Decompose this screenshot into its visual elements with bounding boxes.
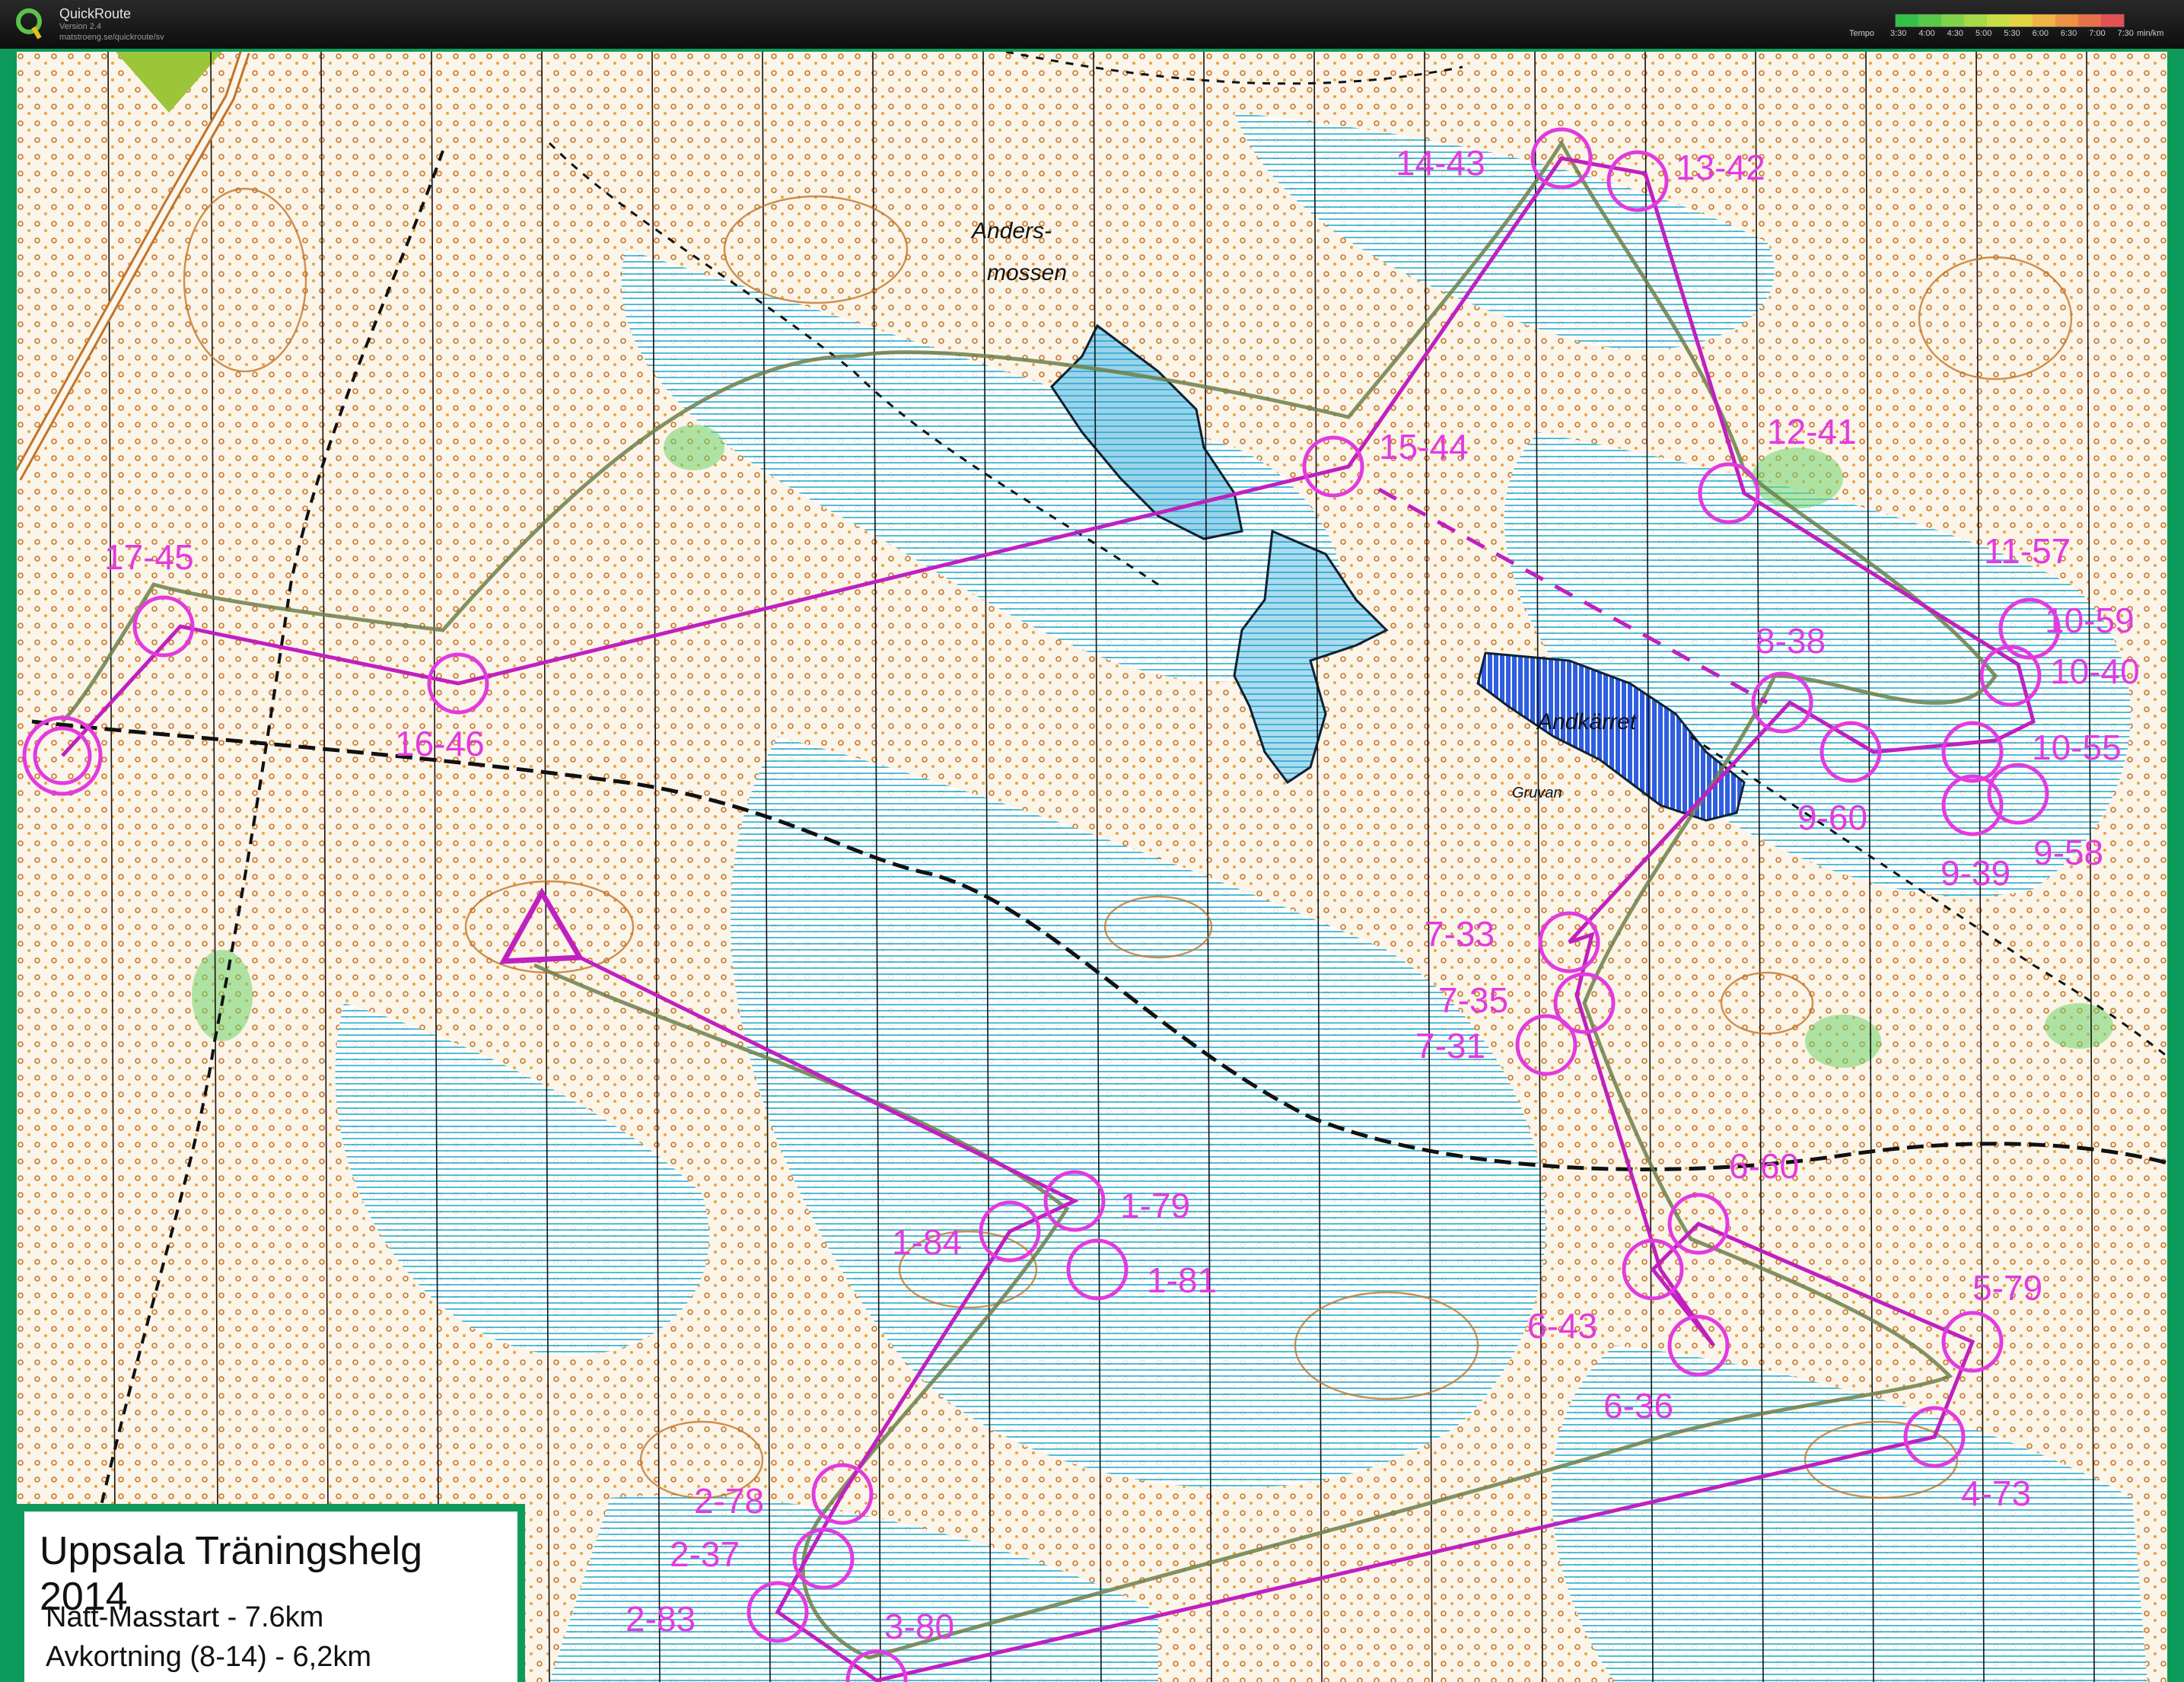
- tempo-color-swatch: [1941, 14, 1964, 27]
- tempo-tick: 6:30: [2060, 29, 2077, 38]
- course-info-box: Uppsala Träningshelg 2014 Natt-Masstart …: [17, 1504, 525, 1682]
- tempo-color-swatch: [1918, 14, 1941, 27]
- control-label: 10-40: [2050, 651, 2140, 691]
- app-version: Version 2.4: [59, 22, 102, 31]
- tempo-tick: 4:30: [1947, 29, 1964, 38]
- control-label: 6-36: [1603, 1386, 1673, 1426]
- tempo-color-swatch: [2010, 14, 2033, 27]
- control-label: 10-55: [2032, 728, 2122, 767]
- control-label: 16-46: [395, 724, 485, 763]
- place-andkarret: Andkärret: [1536, 709, 1638, 734]
- control-label: 2-78: [694, 1481, 764, 1521]
- control-label: 1-84: [892, 1222, 962, 1262]
- control-label: 12-41: [1767, 412, 1857, 451]
- orienteering-map[interactable]: 1-79 1-84 1-81 2-78 2-37 2-83 3-80 4-73 5-79 6-60…: [17, 52, 2167, 1682]
- control-label: 9-60: [1797, 798, 1867, 837]
- tempo-scale-ticks: 3:30 4:00 4:30 5:00 5:30 6:00 6:30 7:00 7:30: [1890, 29, 2134, 38]
- control-label: 7-31: [1415, 1026, 1485, 1066]
- control-label: 3-80: [884, 1607, 954, 1646]
- control-label: 7-35: [1438, 980, 1508, 1020]
- control-label: 9-58: [2033, 833, 2103, 872]
- tempo-label: Tempo: [1849, 29, 1875, 38]
- tempo-color-swatch: [2101, 14, 2124, 27]
- tempo-color-swatch: [1896, 14, 1918, 27]
- course-line-1: Natt-Masstart - 7.6km: [46, 1601, 324, 1633]
- tempo-tick: 7:00: [2089, 29, 2106, 38]
- tempo-color-swatch: [1987, 14, 2010, 27]
- control-label: 2-83: [626, 1599, 696, 1639]
- app-titlebar: QuickRoute Version 2.4 matstroeng.se/qui…: [0, 0, 2184, 49]
- control-label: 5-79: [1972, 1268, 2042, 1308]
- control-label: 8-38: [1756, 621, 1826, 661]
- tempo-tick: 3:30: [1890, 29, 1907, 38]
- course-line-2: Avkortning (8-14) - 6,2km: [46, 1641, 372, 1673]
- control-label: 9-39: [1940, 853, 2010, 893]
- map-canvas[interactable]: 1-79 1-84 1-81 2-78 2-37 2-83 3-80 4-73 5-79 6-60…: [17, 52, 2167, 1682]
- control-label: 17-45: [104, 537, 194, 577]
- tempo-tick: 6:00: [2032, 29, 2049, 38]
- control-label: 4-73: [1961, 1473, 2031, 1513]
- place-andersmossen-1: Anders-: [970, 218, 1052, 244]
- place-andersmossen-2: mossen: [987, 260, 1067, 285]
- control-label: 6-60: [1729, 1146, 1799, 1186]
- control-label: 2-37: [670, 1534, 740, 1574]
- tempo-color-scale: [1895, 14, 2125, 27]
- tempo-color-swatch: [2055, 14, 2078, 27]
- tempo-tick: 5:00: [1975, 29, 1992, 38]
- tempo-color-swatch: [2033, 14, 2055, 27]
- tempo-tick: 4:00: [1918, 29, 1935, 38]
- control-label: 11-57: [1984, 531, 2071, 571]
- tempo-tick: 5:30: [2004, 29, 2020, 38]
- control-label: 14-43: [1396, 143, 1485, 183]
- quickroute-logo-icon: [16, 8, 42, 40]
- app-url: matstroeng.se/quickroute/sv: [59, 33, 164, 42]
- control-label: 1-79: [1120, 1186, 1190, 1225]
- control-label: 1-81: [1147, 1260, 1217, 1300]
- place-gruvan: Gruvan: [1512, 785, 1562, 801]
- app-name: QuickRoute: [59, 6, 132, 21]
- tempo-color-swatch: [1964, 14, 1987, 27]
- tempo-color-swatch: [2078, 14, 2101, 27]
- control-label: 7-33: [1425, 914, 1495, 954]
- tempo-tick: 7:30: [2117, 29, 2134, 38]
- tempo-unit: min/km: [2137, 29, 2164, 38]
- control-label: 15-44: [1379, 427, 1469, 467]
- control-label: 6-43: [1527, 1306, 1597, 1346]
- control-label: 13-42: [1676, 148, 1765, 187]
- control-label: 10-59: [2045, 600, 2135, 640]
